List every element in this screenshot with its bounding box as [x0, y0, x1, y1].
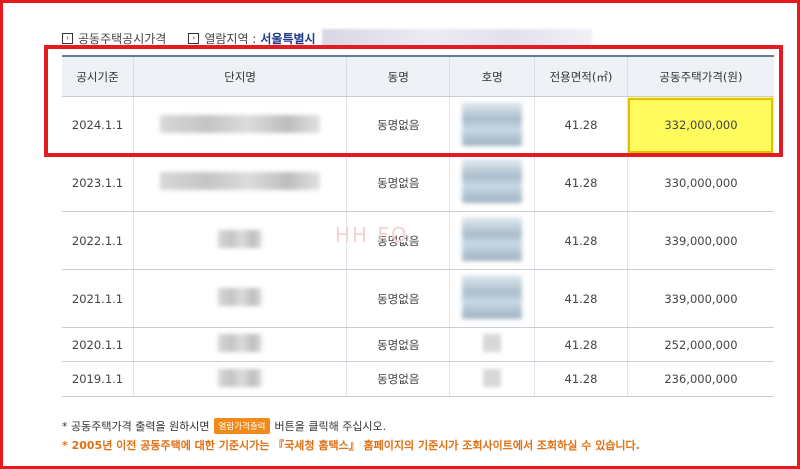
cell-date: 2020.1.1: [62, 327, 134, 362]
table-row: 2021.1.1 동명없음 41.28 339,000,000: [62, 269, 774, 328]
cell-complex: [133, 327, 348, 362]
cell-date: 2023.1.1: [62, 153, 134, 212]
breadcrumb-item-label: 공동주택공시가격: [78, 31, 167, 46]
cell-ho: [449, 153, 536, 212]
cell-area: 41.28: [534, 153, 628, 212]
cell-dong: 동명없음: [346, 269, 451, 328]
print-note-suffix: 버튼을 클릭해 주십시오.: [274, 420, 387, 433]
cell-complex: [133, 269, 348, 328]
cell-price: 252,000,000: [627, 327, 774, 362]
cell-complex: [133, 153, 348, 212]
redacted-complex-name: [160, 172, 321, 190]
chevron-right-icon: ›: [188, 32, 200, 44]
cell-dong: 동명없음: [346, 361, 451, 397]
region-label: 열람지역 :: [204, 31, 257, 46]
cell-area: 41.28: [534, 327, 628, 362]
redacted-ho-button[interactable]: [462, 275, 523, 319]
cell-price: 339,000,000: [627, 269, 774, 328]
redacted-complex-name: [218, 334, 263, 352]
cell-date: 2021.1.1: [62, 269, 134, 328]
hometax-note: * 2005년 이전 공동주택에 대한 기준시가는 『국세청 홈택스』 홈페이지…: [62, 439, 640, 452]
redacted-ho-button[interactable]: [483, 368, 502, 387]
cell-area: 41.28: [534, 211, 628, 270]
redacted-complex-name: [218, 368, 263, 387]
table-row: 2023.1.1 동명없음 41.28 330,000,000: [62, 153, 774, 212]
redacted-ho-button[interactable]: [462, 217, 523, 261]
cell-ho: [449, 361, 536, 397]
cell-area: 41.28: [534, 361, 628, 397]
breadcrumb-item-price[interactable]: › 공동주택공시가격: [62, 30, 166, 47]
cell-ho: [449, 269, 536, 328]
cell-dong: 동명없음: [346, 327, 451, 362]
cell-ho: [449, 327, 536, 362]
cell-area: 41.28: [534, 269, 628, 328]
cell-complex: [133, 211, 348, 270]
cell-dong: 동명없음: [346, 153, 451, 212]
cell-ho: [449, 211, 536, 270]
redacted-complex-name: [218, 288, 263, 306]
table-row: 2020.1.1 동명없음 41.28 252,000,000: [62, 327, 774, 362]
print-price-button[interactable]: 열람가격출력: [213, 418, 271, 434]
highlight-callout-box: [44, 45, 783, 157]
table-row: 2022.1.1 동명없음 41.28 339,000,000: [62, 211, 774, 270]
redacted-complex-name: [218, 230, 263, 248]
cell-date: 2019.1.1: [62, 361, 134, 397]
redacted-ho-button[interactable]: [462, 159, 523, 203]
cell-date: 2022.1.1: [62, 211, 134, 270]
cell-price: 236,000,000: [627, 361, 774, 397]
region-value: 서울특별시: [260, 31, 316, 46]
cell-price: 339,000,000: [627, 211, 774, 270]
cell-complex: [133, 361, 348, 397]
watermark-text: HH FO: [335, 223, 409, 247]
chevron-right-icon: ›: [62, 32, 73, 44]
print-note: * 공동주택가격 출력을 원하시면 열람가격출력 버튼을 클릭해 주십시오.: [62, 418, 386, 434]
table-row: 2019.1.1 동명없음 41.28 236,000,000: [62, 361, 774, 397]
redacted-ho-button[interactable]: [483, 334, 502, 352]
cell-price: 330,000,000: [627, 153, 774, 212]
print-note-prefix: * 공동주택가격 출력을 원하시면: [62, 420, 210, 433]
